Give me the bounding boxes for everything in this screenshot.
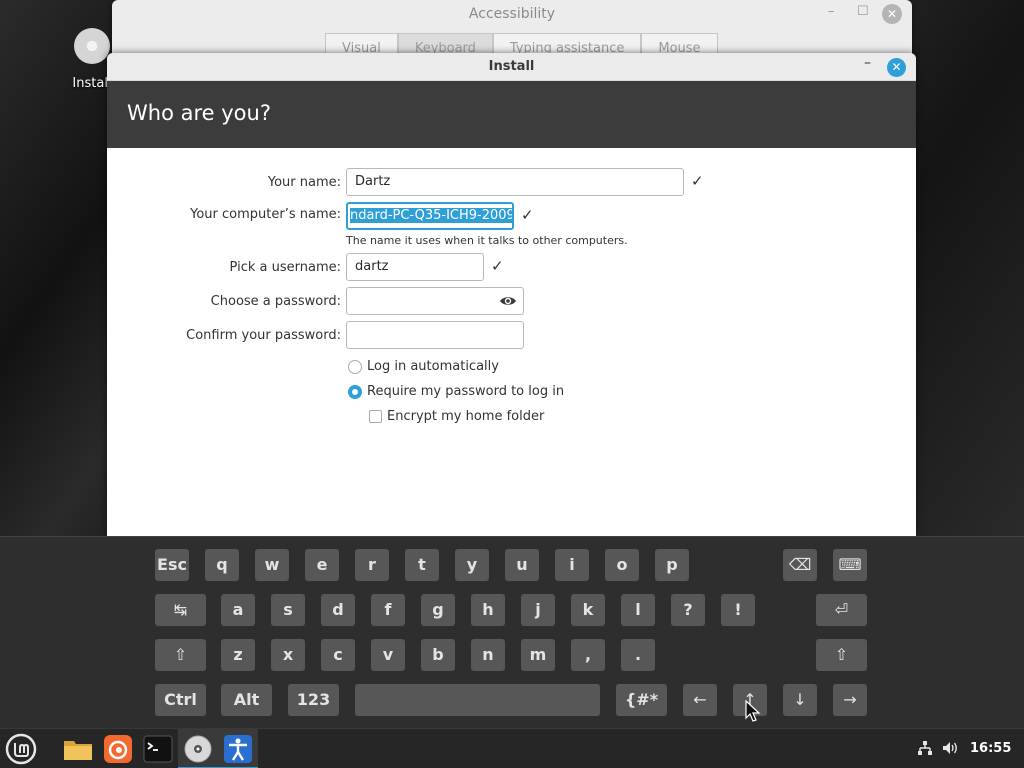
key-t[interactable]: t — [405, 549, 439, 581]
login-require-label: Require my password to log in — [367, 384, 565, 399]
password-label: Choose a password: — [210, 294, 341, 309]
login-auto-option[interactable]: Log in automatically — [348, 359, 499, 374]
username-label: Pick a username: — [229, 260, 341, 275]
username-check-icon: ✓ — [491, 257, 504, 275]
firefox-icon[interactable] — [102, 733, 134, 765]
tab-icon[interactable]: ↹ — [155, 594, 206, 626]
key-period[interactable]: . — [621, 639, 655, 671]
key-j[interactable]: j — [521, 594, 555, 626]
computer-name-field[interactable]: ndard-PC-Q35-ICH9-2009 — [346, 202, 514, 230]
network-icon[interactable] — [917, 740, 933, 756]
key-l[interactable]: l — [621, 594, 655, 626]
key-o[interactable]: o — [605, 549, 639, 581]
install-title: Install — [488, 59, 535, 74]
key-space[interactable] — [355, 684, 600, 716]
computer-name-value: ndard-PC-Q35-ICH9-2009 — [350, 208, 514, 223]
key-c[interactable]: c — [321, 639, 355, 671]
key-n[interactable]: n — [471, 639, 505, 671]
cursor-icon — [745, 700, 761, 722]
name-label: Your name: — [267, 175, 341, 190]
accessibility-tabs: Visual Keyboard Typing assistance Mouse — [325, 33, 718, 55]
key-question[interactable]: ? — [671, 594, 705, 626]
tab-typing-assistance[interactable]: Typing assistance — [492, 33, 642, 55]
key-d[interactable]: d — [321, 594, 355, 626]
arrow-down-icon[interactable]: ↓ — [783, 684, 817, 716]
backspace-icon[interactable]: ⌫ — [783, 549, 817, 581]
close-icon[interactable]: ✕ — [882, 4, 902, 24]
key-k[interactable]: k — [571, 594, 605, 626]
key-y[interactable]: y — [455, 549, 489, 581]
key-123[interactable]: 123 — [288, 684, 339, 716]
key-w[interactable]: w — [255, 549, 289, 581]
volume-icon[interactable] — [942, 740, 960, 756]
username-field[interactable]: dartz — [346, 253, 484, 281]
name-check-icon: ✓ — [691, 172, 704, 190]
confirm-password-field[interactable] — [346, 321, 524, 349]
arrow-left-icon[interactable]: ← — [683, 684, 717, 716]
computer-name-check-icon: ✓ — [521, 206, 534, 224]
confirm-password-label: Confirm your password: — [186, 328, 341, 343]
key-comma[interactable]: , — [571, 639, 605, 671]
taskbar: 16:55 — [0, 728, 1024, 768]
encrypt-option[interactable]: Encrypt my home folder — [369, 409, 544, 424]
key-v[interactable]: v — [371, 639, 405, 671]
accessibility-icon[interactable] — [222, 733, 254, 765]
key-r[interactable]: r — [355, 549, 389, 581]
key-p[interactable]: p — [655, 549, 689, 581]
install-titlebar: Install – ✕ — [107, 53, 916, 81]
login-auto-label: Log in automatically — [367, 359, 499, 374]
encrypt-checkbox[interactable] — [369, 410, 382, 423]
key-e[interactable]: e — [305, 549, 339, 581]
key-q[interactable]: q — [205, 549, 239, 581]
install-window: Install – ✕ Who are you? Your name: Dart… — [107, 53, 916, 536]
key-exclamation[interactable]: ! — [721, 594, 755, 626]
key-a[interactable]: a — [221, 594, 255, 626]
terminal-icon[interactable] — [142, 733, 174, 765]
password-field[interactable] — [346, 287, 524, 315]
login-require-option[interactable]: Require my password to log in — [348, 384, 564, 399]
key-alt[interactable]: Alt — [221, 684, 272, 716]
shift-left-icon[interactable]: ⇧ — [155, 639, 206, 671]
enter-icon[interactable]: ⏎ — [816, 594, 867, 626]
page-title: Who are you? — [127, 101, 271, 125]
folder-icon[interactable] — [62, 733, 94, 765]
login-require-radio[interactable] — [348, 384, 362, 399]
maximize-icon[interactable]: ☐ — [857, 4, 869, 19]
login-auto-radio[interactable] — [348, 359, 362, 374]
key-i[interactable]: i — [555, 549, 589, 581]
minimize-icon[interactable]: – — [864, 55, 871, 71]
clock[interactable]: 16:55 — [970, 741, 1011, 756]
disc-icon[interactable] — [182, 733, 214, 765]
install-header: Who are you? — [107, 81, 916, 148]
eye-icon[interactable] — [499, 292, 517, 310]
accessibility-title: Accessibility — [468, 6, 556, 22]
key-ctrl[interactable]: Ctrl — [155, 684, 206, 716]
key-b[interactable]: b — [421, 639, 455, 671]
computer-name-hint: The name it uses when it talks to other … — [346, 234, 628, 247]
minimize-icon[interactable]: – — [828, 4, 835, 19]
mint-menu-icon[interactable] — [5, 733, 37, 765]
key-s[interactable]: s — [271, 594, 305, 626]
tab-keyboard[interactable]: Keyboard — [397, 33, 493, 55]
shift-right-icon[interactable]: ⇧ — [816, 639, 867, 671]
onscreen-keyboard: Esc q w e r t y u i o p ⌫ ⌨ ↹ a s d f g … — [0, 536, 1024, 728]
key-u[interactable]: u — [505, 549, 539, 581]
name-field[interactable]: Dartz — [346, 168, 684, 196]
key-esc[interactable]: Esc — [155, 549, 189, 581]
key-z[interactable]: z — [221, 639, 255, 671]
computer-name-label: Your computer’s name: — [190, 207, 341, 222]
tab-visual[interactable]: Visual — [325, 33, 398, 55]
keyboard-icon[interactable]: ⌨ — [833, 549, 867, 581]
arrow-right-icon[interactable]: → — [833, 684, 867, 716]
key-m[interactable]: m — [521, 639, 555, 671]
key-g[interactable]: g — [421, 594, 455, 626]
key-f[interactable]: f — [371, 594, 405, 626]
disc-icon — [74, 28, 110, 64]
key-h[interactable]: h — [471, 594, 505, 626]
key-symbols[interactable]: {#* — [616, 684, 667, 716]
key-x[interactable]: x — [271, 639, 305, 671]
encrypt-label: Encrypt my home folder — [387, 409, 545, 424]
close-icon[interactable]: ✕ — [887, 58, 906, 77]
tab-mouse[interactable]: Mouse — [641, 33, 718, 55]
